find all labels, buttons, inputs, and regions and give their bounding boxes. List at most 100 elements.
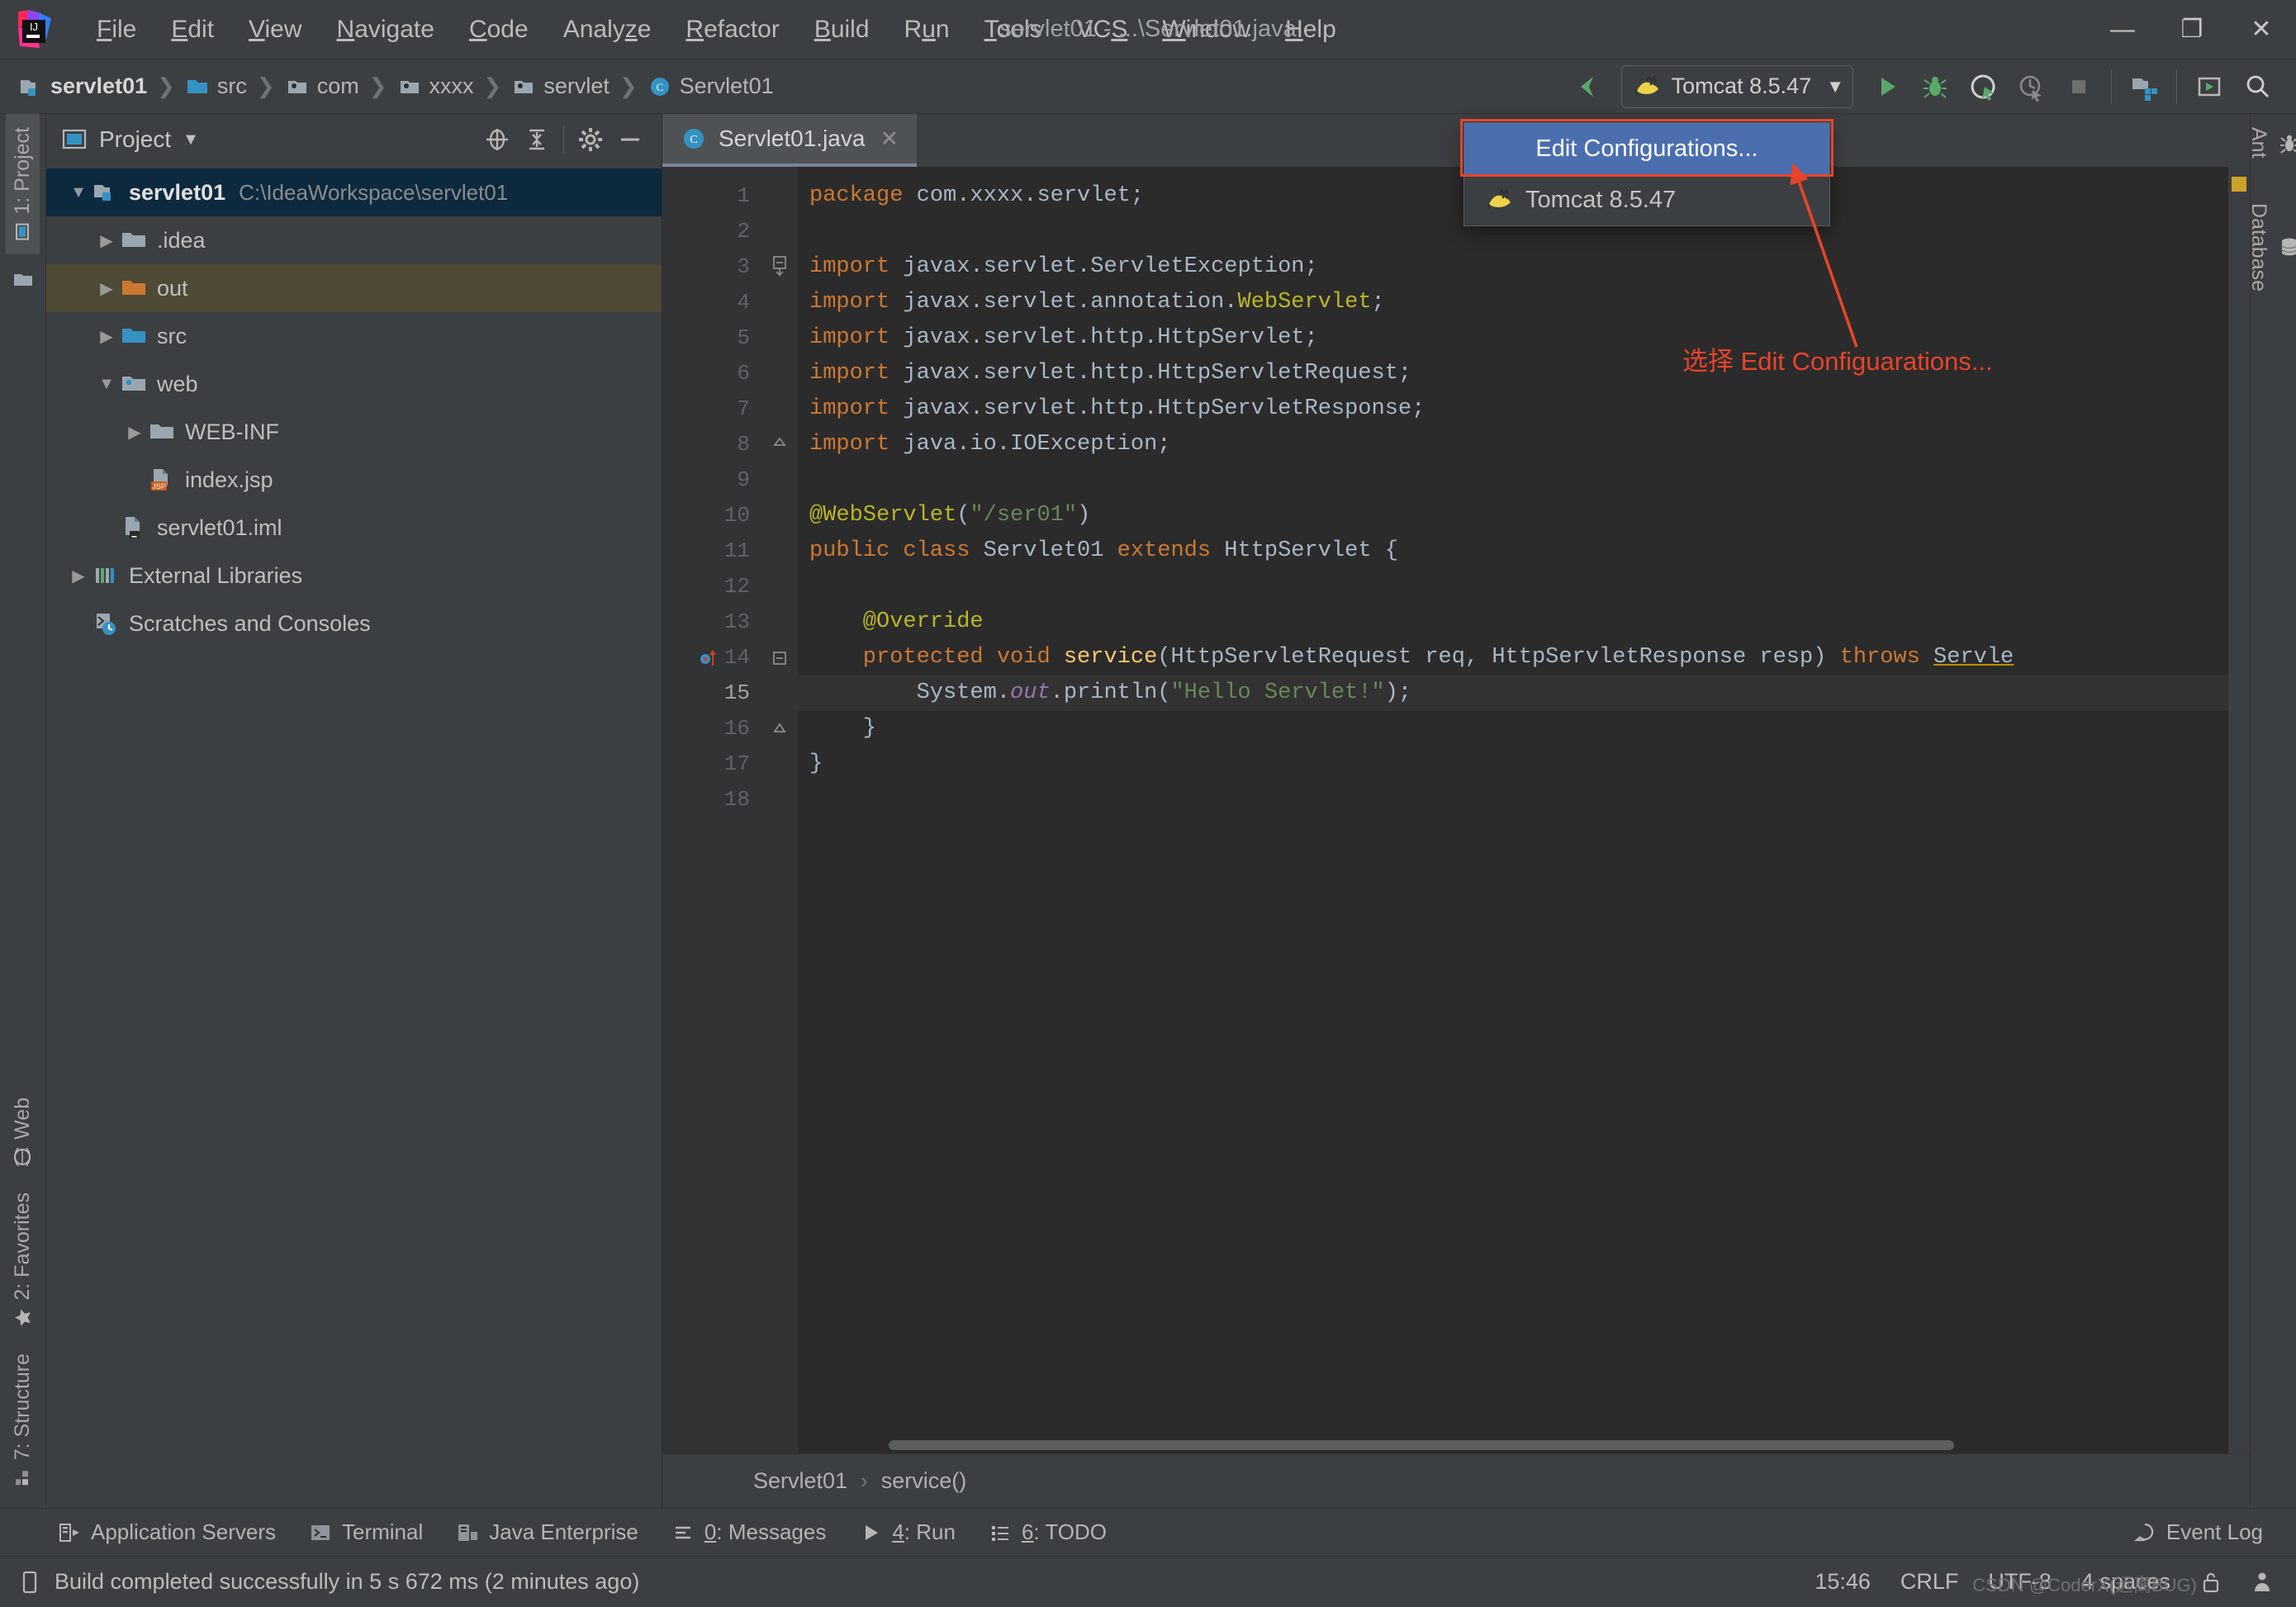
expand-arrow-icon[interactable]: ▶	[93, 278, 121, 299]
profile-button[interactable]	[2007, 63, 2055, 111]
open-preview-button[interactable]	[2185, 63, 2233, 111]
run-configuration-selector[interactable]: Tomcat 8.5.47 ▼	[1620, 64, 1853, 108]
chevron-down-icon[interactable]: ▼	[1826, 76, 1844, 97]
breadcrumb-com[interactable]: com	[285, 73, 359, 99]
menu-run[interactable]: Run	[887, 11, 967, 49]
tree-item-web[interactable]: ▼ web	[46, 360, 662, 408]
menu-tools[interactable]: Tools	[967, 11, 1060, 49]
dropdown-item-label: Tomcat 8.5.47	[1525, 186, 1677, 213]
menu-code[interactable]: Code	[452, 11, 546, 49]
expand-arrow-icon[interactable]: ▶	[93, 326, 121, 347]
tree-item-index-jsp[interactable]: JSP index.jsp	[46, 456, 662, 504]
line-number: 14	[662, 640, 761, 676]
sidebar-item-structure[interactable]: 7: Structure	[6, 1340, 40, 1500]
search-everywhere-button[interactable]	[2233, 63, 2281, 111]
override-method-icon[interactable]	[698, 647, 719, 669]
menu-window[interactable]: Window	[1145, 11, 1268, 49]
tree-item-web-inf[interactable]: ▶ WEB-INF	[46, 408, 662, 456]
menu-help[interactable]: Help	[1268, 11, 1354, 49]
tool-messages[interactable]: 0: Messages	[671, 1519, 826, 1545]
tool-terminal[interactable]: Terminal	[309, 1519, 423, 1545]
back-arrow-icon[interactable]	[1563, 63, 1611, 111]
warning-marker[interactable]	[2232, 177, 2246, 192]
tab-servlet01-java[interactable]: C Servlet01.java ✕	[662, 114, 918, 167]
expand-arrow-icon[interactable]: ▼	[93, 375, 121, 394]
minimize-icon[interactable]	[610, 120, 650, 159]
update-project-button[interactable]	[2120, 63, 2168, 111]
tree-item-external-libraries[interactable]: ▶ External Libraries	[46, 552, 662, 600]
sidebar-item-project[interactable]: 1: Project	[6, 114, 40, 254]
tree-item-scratches[interactable]: Scratches and Consoles	[46, 600, 662, 647]
select-opened-file-button[interactable]	[477, 120, 517, 159]
menu-analyze[interactable]: Analyze	[546, 11, 669, 49]
dropdown-item-edit-configurations[interactable]: Edit Configurations...	[1464, 123, 1829, 174]
tree-item-label: out	[157, 275, 188, 301]
breadcrumb-xxxx[interactable]: xxxx	[397, 73, 474, 99]
menu-file[interactable]: FFileile	[79, 11, 154, 49]
expand-arrow-icon[interactable]: ▼	[64, 183, 93, 202]
collapse-import-icon[interactable]	[761, 249, 798, 285]
minimize-button[interactable]: —	[2088, 0, 2157, 59]
unlocked-icon[interactable]	[2200, 1570, 2222, 1595]
breadcrumb-servlet01[interactable]: servlet01	[18, 73, 147, 99]
tool-todo[interactable]: 6: TODO	[989, 1519, 1107, 1545]
project-panel-header: Project ▼	[46, 114, 662, 165]
chevron-down-icon[interactable]: ▼	[183, 130, 199, 149]
expand-arrow-icon[interactable]: ▶	[93, 230, 121, 251]
sidebar-item-ant[interactable]: Ant	[2241, 114, 2296, 172]
status-line-separator[interactable]: CRLF	[1900, 1569, 1959, 1595]
menu-navigate[interactable]: Navigate	[320, 11, 452, 49]
notifications-icon[interactable]	[2251, 1570, 2273, 1595]
collapse-block-icon[interactable]	[761, 640, 798, 676]
menu-edit[interactable]: Edit	[154, 11, 231, 49]
code-editor[interactable]: 1 2 3 4 5 6 7 8 9 10 11 12 13 14 15 16 1…	[662, 167, 2250, 1453]
fold-end-icon[interactable]	[761, 711, 798, 747]
expand-arrow-icon[interactable]: ▶	[64, 566, 93, 586]
menu-vcs[interactable]: VCS	[1060, 11, 1146, 49]
tool-run[interactable]: 4: Run	[859, 1519, 956, 1545]
toolbar-divider	[2176, 69, 2177, 104]
status-message-area[interactable]: Build completed successfully in 5 s 672 …	[18, 1569, 639, 1595]
menu-refactor[interactable]: Refactor	[668, 11, 796, 49]
sidebar-item-label: Ant	[2247, 127, 2270, 159]
stop-button[interactable]	[2055, 63, 2103, 111]
sidebar-item-favorites[interactable]: 2: Favorites	[6, 1179, 40, 1340]
intellij-idea-window: IJ FFileile Edit View Navigate Code Anal…	[0, 0, 2296, 1607]
expand-arrow-icon[interactable]: ▶	[121, 422, 149, 443]
tree-item-out[interactable]: ▶ out	[46, 264, 662, 312]
tool-app-servers[interactable]: Application Servers	[58, 1519, 276, 1545]
fold-end-icon[interactable]	[761, 427, 798, 462]
error-marker-strip[interactable]	[2228, 167, 2250, 1453]
tool-event-log[interactable]: Event Log	[2133, 1519, 2263, 1545]
collapse-all-button[interactable]	[517, 120, 557, 159]
run-with-coverage-button[interactable]	[1959, 63, 2007, 111]
breadcrumb-class[interactable]: C Servlet01	[648, 73, 774, 99]
sidebar-item-web[interactable]: Web	[6, 1084, 40, 1179]
line-number: 13	[723, 609, 750, 634]
gear-icon[interactable]	[571, 120, 610, 159]
tool-java-enterprise[interactable]: Java Enterprise	[456, 1519, 638, 1545]
close-button[interactable]: ✕	[2227, 0, 2296, 59]
code-line-7: import javax.servlet.http.HttpServletRes…	[809, 396, 1426, 421]
maximize-button[interactable]: ❐	[2157, 0, 2227, 59]
breadcrumb-src[interactable]: src	[185, 73, 247, 99]
breadcrumb-servlet[interactable]: servlet	[511, 73, 610, 99]
menu-view[interactable]: View	[231, 11, 319, 49]
tree-item-src[interactable]: ▶ src	[46, 312, 662, 360]
breadcrumb-method-name[interactable]: service()	[881, 1468, 967, 1494]
tree-item-idea[interactable]: ▶ .idea	[46, 216, 662, 264]
tree-item-iml[interactable]: servlet01.iml	[46, 504, 662, 552]
debug-button[interactable]	[1911, 63, 1959, 111]
tree-item-servlet01[interactable]: ▼ servlet01 C:\IdeaWorkspace\servlet01	[46, 168, 662, 216]
run-button[interactable]	[1863, 63, 1911, 111]
web-globe-icon	[14, 1148, 32, 1167]
code-text[interactable]: package com.xxxx.servlet; import javax.s…	[798, 167, 2228, 1453]
menu-build[interactable]: Build	[797, 11, 887, 49]
close-icon[interactable]: ✕	[876, 126, 902, 152]
dropdown-item-tomcat[interactable]: Tomcat 8.5.47	[1464, 174, 1829, 225]
horizontal-scrollbar[interactable]	[798, 1440, 2228, 1453]
fold-gutter[interactable]	[761, 167, 798, 1453]
breadcrumb-class-name[interactable]: Servlet01	[753, 1468, 847, 1494]
scrollbar-thumb[interactable]	[889, 1440, 1954, 1450]
